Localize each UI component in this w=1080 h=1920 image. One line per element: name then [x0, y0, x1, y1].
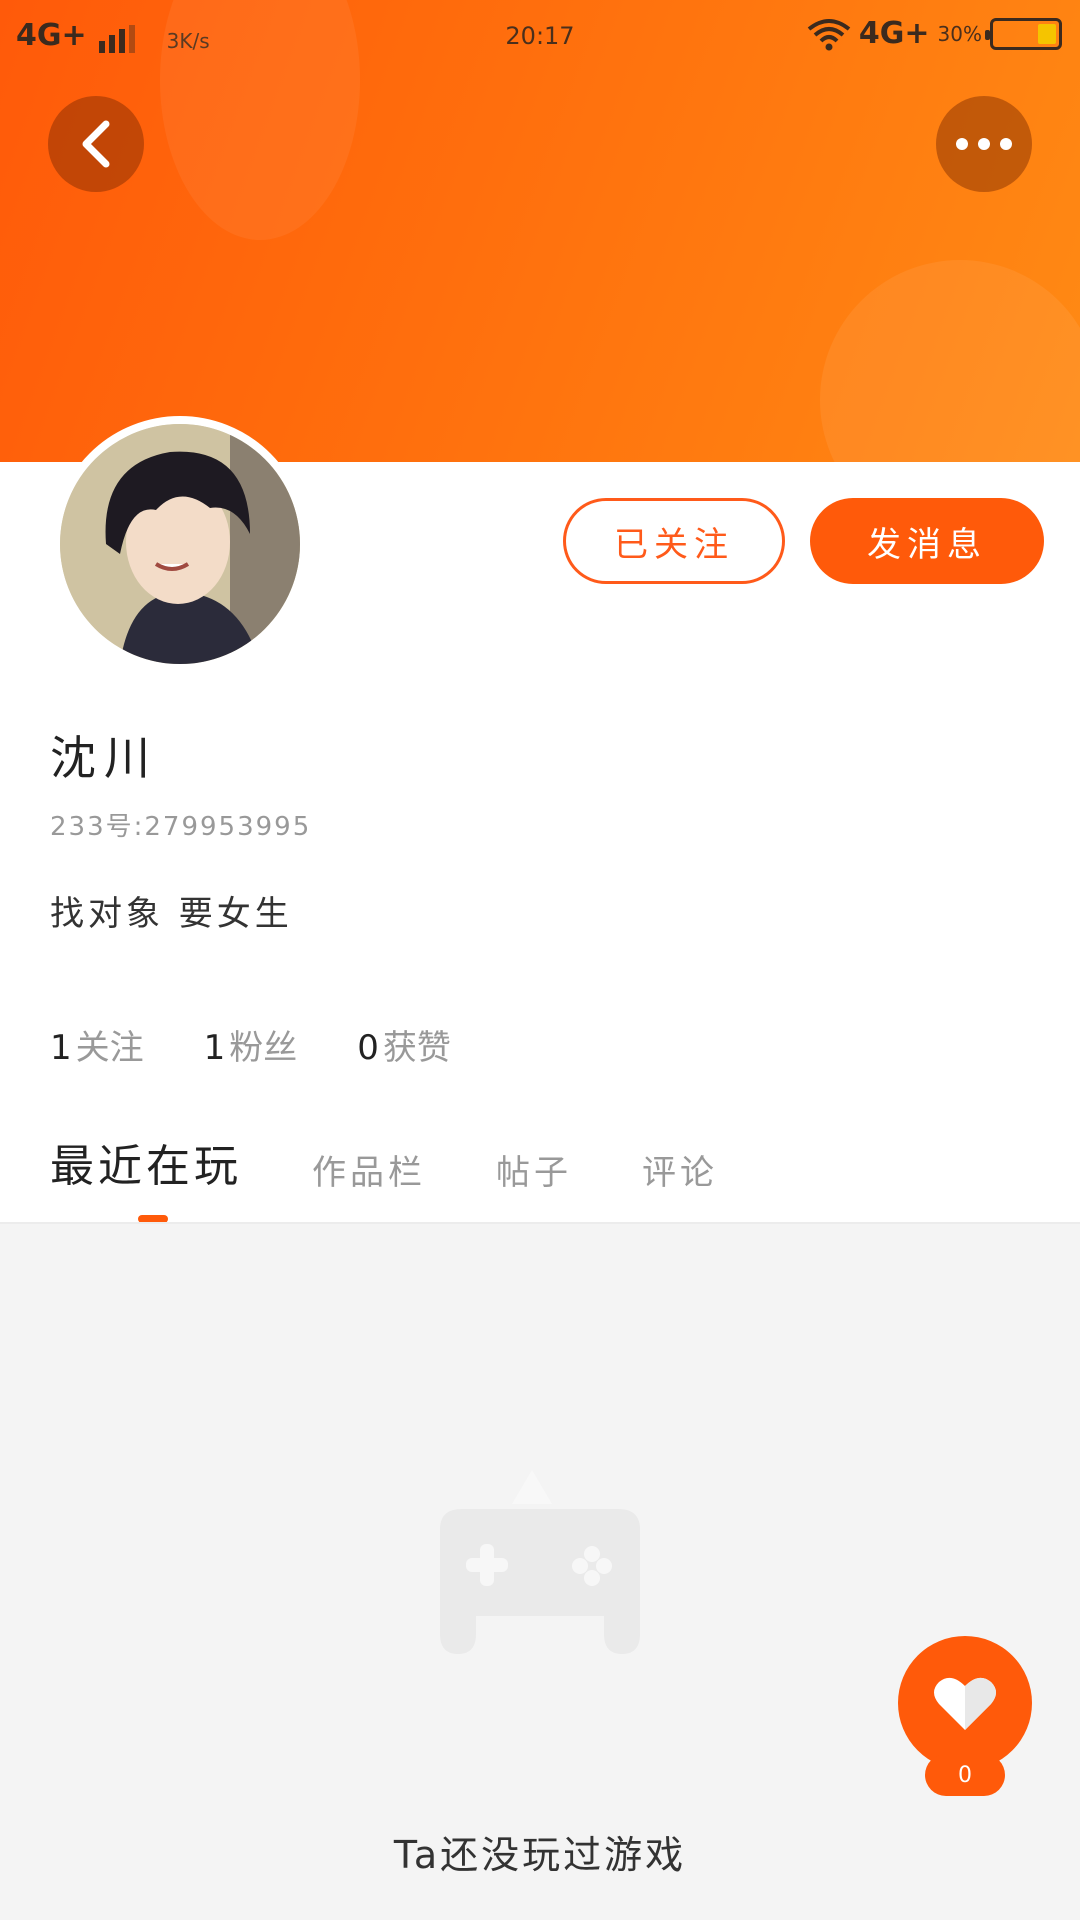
stat-value: 1 — [50, 1028, 72, 1068]
avatar[interactable] — [52, 416, 308, 672]
gamepad-icon — [440, 1470, 640, 1654]
stat-following[interactable]: 1 关注 — [50, 1020, 144, 1069]
user-bio: 找对象 要女生 — [50, 894, 293, 934]
username: 沈川 — [50, 731, 158, 785]
stat-label: 获赞 — [382, 1028, 451, 1068]
tab-recently-played[interactable]: 最近在玩 — [50, 1130, 242, 1194]
stat-value: 0 — [357, 1028, 379, 1068]
tab-content: Ta还没玩过游戏 — [0, 1224, 1080, 1920]
heart-icon — [934, 1677, 996, 1730]
empty-state-text: Ta还没玩过游戏 — [393, 1833, 687, 1877]
stat-likes[interactable]: 0 获赞 — [357, 1020, 451, 1069]
like-count: 0 — [925, 1754, 1005, 1796]
send-message-button[interactable]: 发消息 — [810, 498, 1044, 584]
network-type-secondary: 4G+ — [858, 16, 930, 51]
tab-posts[interactable]: 帖子 — [496, 1145, 572, 1194]
status-right: 4G+ 30% — [807, 16, 1062, 51]
profile-tabs: 最近在玩 作品栏 帖子 评论 — [50, 1130, 718, 1194]
chevron-left-icon — [82, 120, 110, 168]
banner-decoration — [820, 260, 1080, 462]
status-bar: 4G+ 3K/s 20:17 4G+ 30% — [0, 0, 1080, 72]
more-button[interactable] — [936, 96, 1032, 192]
like-button[interactable] — [898, 1636, 1032, 1770]
wifi-icon — [807, 18, 851, 50]
stat-label: 粉丝 — [229, 1028, 298, 1068]
stat-label: 关注 — [75, 1028, 144, 1068]
avatar-image — [60, 424, 300, 664]
followed-button[interactable]: 已关注 — [563, 498, 785, 584]
profile-stats: 1 关注 1 粉丝 0 获赞 — [50, 1020, 451, 1069]
battery-icon — [985, 17, 1062, 50]
user-id: 233号:279953995 — [50, 812, 312, 842]
stat-value: 1 — [203, 1028, 226, 1068]
tab-comments[interactable]: 评论 — [642, 1145, 718, 1194]
more-dots-icon — [956, 138, 1012, 150]
tab-works[interactable]: 作品栏 — [312, 1145, 426, 1194]
back-button[interactable] — [48, 96, 144, 192]
stat-fans[interactable]: 1 粉丝 — [204, 1020, 298, 1069]
battery-level — [1038, 23, 1056, 44]
battery-percent: 30% — [937, 21, 982, 46]
